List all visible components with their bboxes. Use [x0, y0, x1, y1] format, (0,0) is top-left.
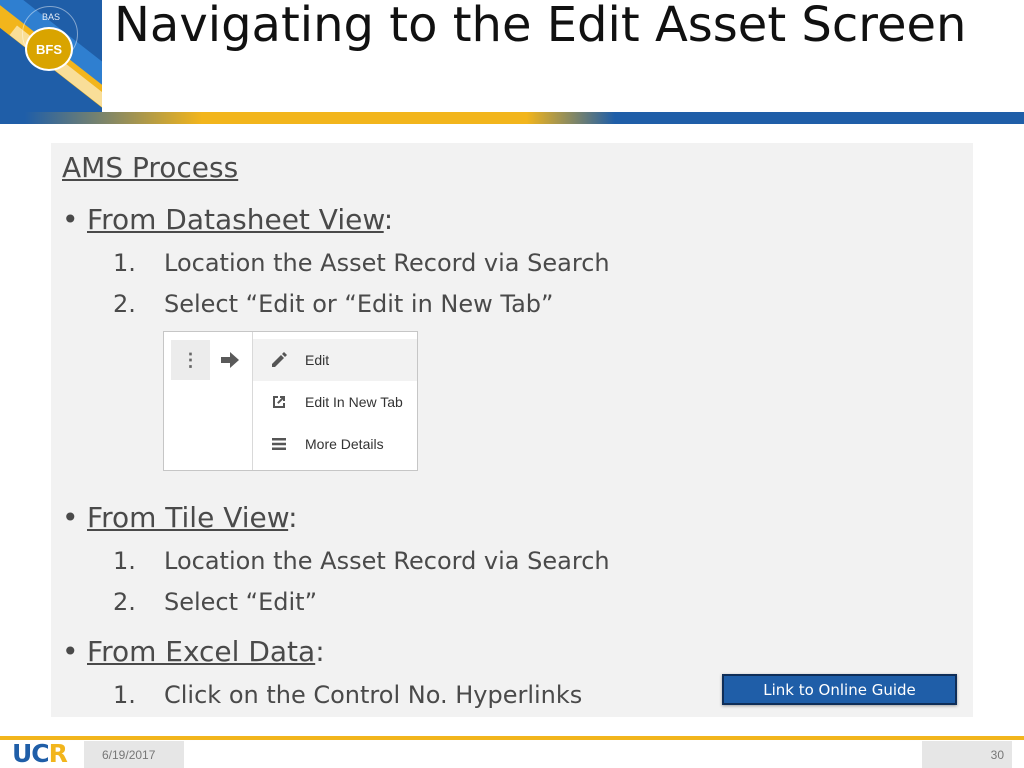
step-text: Select “Edit or “Edit in New Tab”	[164, 290, 554, 318]
vertical-dots-icon: ⋮	[181, 349, 200, 370]
arrow-right-icon	[219, 340, 241, 380]
bullet-datasheet-view: • From Datasheet View:	[62, 200, 393, 240]
bullet-suffix: :	[315, 635, 325, 668]
footer-divider-gold	[0, 736, 1024, 740]
bullet-excel-data: • From Excel Data:	[62, 632, 325, 672]
bullet-tile-view: • From Tile View:	[62, 498, 298, 538]
step-number: 1.	[113, 547, 136, 575]
step-item: 2. Select “Edit or “Edit in New Tab”	[113, 287, 553, 321]
logo-bas-text: BAS	[41, 12, 60, 22]
ucr-logo: UCR	[12, 739, 68, 768]
bullet-label: From Tile View	[87, 501, 289, 534]
bfs-logo: BAS BFS	[0, 0, 102, 124]
step-item: 1. Location the Asset Record via Search	[113, 246, 610, 280]
open-in-new-icon	[267, 393, 291, 411]
edit-menu-screenshot: ⋮ Edit Edit In New Tab More Details	[163, 331, 418, 471]
bullet-label: From Datasheet View	[87, 203, 384, 236]
step-item: 1. Location the Asset Record via Search	[113, 544, 610, 578]
menu-item-label: Edit In New Tab	[305, 394, 403, 410]
bullet-suffix: :	[383, 203, 394, 236]
menu-item-edit-new-tab: Edit In New Tab	[253, 381, 417, 423]
ucr-logo-gold: R	[48, 739, 68, 768]
step-text: Click on the Control No. Hyperlinks	[164, 681, 583, 709]
menu-item-more-details: More Details	[253, 423, 417, 465]
bullet-glyph: •	[62, 635, 79, 668]
step-text: Location the Asset Record via Search	[164, 547, 610, 575]
logo-seal: BFS	[25, 27, 73, 71]
step-item: 2. Select “Edit”	[113, 585, 317, 619]
step-number: 2.	[113, 588, 136, 616]
ucr-logo-blue: UC	[12, 739, 50, 768]
menu-item-label: More Details	[305, 436, 384, 452]
step-text: Location the Asset Record via Search	[164, 249, 610, 277]
bullet-label: From Excel Data	[87, 635, 316, 668]
step-number: 2.	[113, 290, 136, 318]
footer-date: 6/19/2017	[84, 741, 184, 768]
online-guide-link-button[interactable]: Link to Online Guide	[722, 674, 957, 705]
section-heading: AMS Process	[62, 151, 239, 184]
pencil-icon	[267, 351, 291, 369]
header-divider-gold	[25, 112, 615, 124]
step-text: Select “Edit”	[164, 588, 318, 616]
menu-item-edit: Edit	[253, 339, 417, 381]
menu-item-label: Edit	[305, 352, 330, 368]
step-item: 1. Click on the Control No. Hyperlinks	[113, 678, 582, 712]
bullet-glyph: •	[62, 501, 79, 534]
step-number: 1.	[113, 681, 136, 709]
list-lines-icon	[267, 435, 291, 453]
step-number: 1.	[113, 249, 136, 277]
bullet-suffix: :	[288, 501, 298, 534]
bullet-glyph: •	[62, 203, 79, 236]
page-title: Navigating to the Edit Asset Screen	[114, 0, 967, 53]
footer-page-number: 30	[922, 741, 1012, 768]
